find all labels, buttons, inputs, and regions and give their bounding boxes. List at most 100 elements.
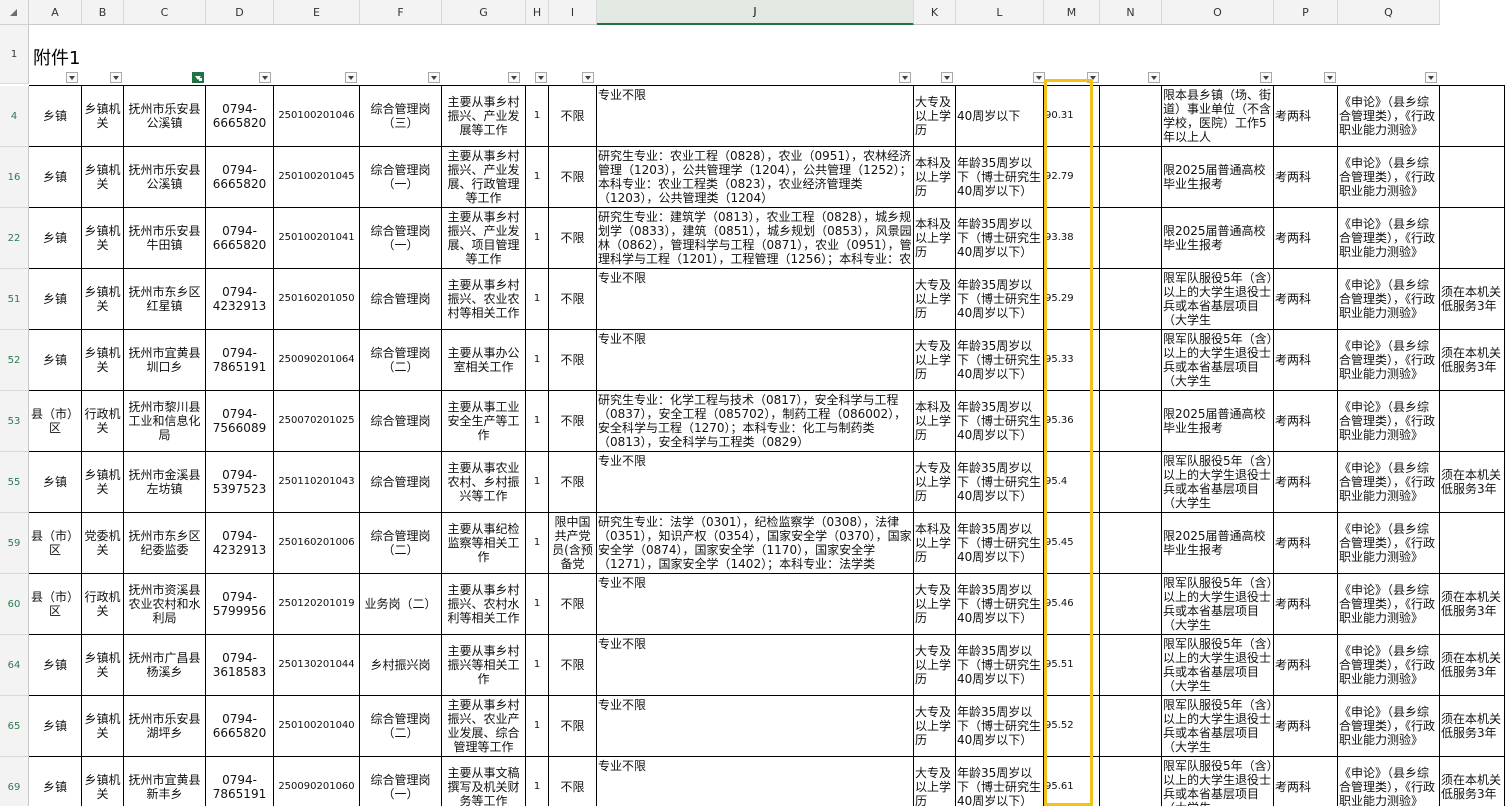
- cell-post[interactable]: 综合管理岗（一）: [360, 208, 442, 269]
- cell-post[interactable]: 乡村振兴岗: [360, 635, 442, 696]
- cell-post[interactable]: 综合管理岗（三）: [360, 86, 442, 147]
- cell-post[interactable]: 综合管理岗（一）: [360, 147, 442, 208]
- cell-unit[interactable]: 抚州市宜黄县圳口乡: [124, 330, 206, 391]
- cell-subj[interactable]: 《申论》（县乡综合管理类），《行政职业能力测验》: [1338, 208, 1440, 269]
- column-header-k[interactable]: K: [914, 0, 956, 25]
- cell-exam[interactable]: 考两科: [1274, 574, 1338, 635]
- cell-age[interactable]: 年龄35周岁以下（博士研究生40周岁以下）: [956, 330, 1044, 391]
- cell-edu[interactable]: 本科及以上学历: [914, 391, 956, 452]
- cell-exam[interactable]: 考两科: [1274, 86, 1338, 147]
- column-header-m[interactable]: M: [1044, 0, 1100, 25]
- cell-level[interactable]: 乡镇: [29, 696, 82, 757]
- column-header-j[interactable]: J: [597, 0, 914, 25]
- cell-unit[interactable]: 抚州市东乡区纪委监委: [124, 513, 206, 574]
- cell-level[interactable]: 县（市）区: [29, 513, 82, 574]
- active-filter-icon-c[interactable]: [192, 72, 204, 83]
- cell-politics[interactable]: 不限: [549, 269, 597, 330]
- cell-count[interactable]: 1: [526, 696, 549, 757]
- cell-count[interactable]: 1: [526, 269, 549, 330]
- cell-age[interactable]: 年龄35周岁以下（博士研究生40周岁以下）: [956, 147, 1044, 208]
- cell-count[interactable]: 1: [526, 330, 549, 391]
- column-header-d[interactable]: D: [206, 0, 274, 25]
- spreadsheet[interactable]: ABCDEFGHIJKLMNOPQ 4 16 22 51 52 53 55 59 60 64 65 6…: [0, 0, 1505, 806]
- cell-major[interactable]: 专业不限: [597, 757, 914, 806]
- cell-unit[interactable]: 抚州市乐安县牛田镇: [124, 208, 206, 269]
- column-header-p[interactable]: P: [1274, 0, 1338, 25]
- filter-dropdown-icon-h[interactable]: [535, 72, 547, 83]
- cell-edu[interactable]: 大专及以上学历: [914, 452, 956, 513]
- filter-dropdown-icon-q[interactable]: [1425, 72, 1437, 83]
- cell-note[interactable]: [1440, 391, 1505, 452]
- cell-level[interactable]: 乡镇: [29, 452, 82, 513]
- cell-major[interactable]: 专业不限: [597, 330, 914, 391]
- cell-major[interactable]: 专业不限: [597, 452, 914, 513]
- cell-type[interactable]: 党委机关: [82, 513, 124, 574]
- column-header-a[interactable]: A: [29, 0, 82, 25]
- cell-major[interactable]: 专业不限: [597, 86, 914, 147]
- cell-code[interactable]: 250070201025: [274, 391, 360, 452]
- cell-type[interactable]: 乡镇机关: [82, 696, 124, 757]
- cell-type[interactable]: 行政机关: [82, 391, 124, 452]
- cell-exam[interactable]: 考两科: [1274, 635, 1338, 696]
- cell-exam[interactable]: 考两科: [1274, 269, 1338, 330]
- filter-dropdown-icon-m[interactable]: [1087, 72, 1099, 83]
- cell-duty[interactable]: 主要从事文稿撰写及机关财务等工作: [442, 757, 526, 806]
- cell-level[interactable]: 乡镇: [29, 635, 82, 696]
- cell-other[interactable]: 限2025届普通高校毕业生报考: [1162, 208, 1274, 269]
- cell-age[interactable]: 年龄35周岁以下（博士研究生40周岁以下）: [956, 513, 1044, 574]
- cell-politics[interactable]: 不限: [549, 86, 597, 147]
- cell-politics[interactable]: 不限: [549, 757, 597, 806]
- cell-count[interactable]: 1: [526, 757, 549, 806]
- cell-code[interactable]: 250100201041: [274, 208, 360, 269]
- filter-dropdown-icon-a[interactable]: [66, 72, 78, 83]
- cell-level[interactable]: 乡镇: [29, 86, 82, 147]
- cell-code[interactable]: 250120201019: [274, 574, 360, 635]
- cell-post[interactable]: 综合管理岗: [360, 452, 442, 513]
- filter-dropdown-icon-l[interactable]: [1033, 72, 1045, 83]
- cell-phone[interactable]: 0794-6665820: [206, 696, 274, 757]
- cell-level[interactable]: 乡镇: [29, 208, 82, 269]
- cell-duty[interactable]: 主要从事乡村振兴等相关工作: [442, 635, 526, 696]
- cell-phone[interactable]: 0794-6665820: [206, 86, 274, 147]
- cell-politics[interactable]: 不限: [549, 635, 597, 696]
- cell-blank[interactable]: [1100, 513, 1162, 574]
- cell-type[interactable]: 乡镇机关: [82, 86, 124, 147]
- cell-age[interactable]: 年龄35周岁以下（博士研究生40周岁以下）: [956, 635, 1044, 696]
- cell-edu[interactable]: 本科及以上学历: [914, 513, 956, 574]
- row-header[interactable]: 55: [0, 452, 29, 513]
- cell-politics[interactable]: 不限: [549, 208, 597, 269]
- cell-type[interactable]: 乡镇机关: [82, 269, 124, 330]
- cell-other[interactable]: 限军队服役5年（含）以上的大学生退役士兵或本省基层项目（大学生: [1162, 635, 1274, 696]
- row-header[interactable]: 53: [0, 391, 29, 452]
- cell-major[interactable]: 专业不限: [597, 696, 914, 757]
- cell-code[interactable]: 250160201050: [274, 269, 360, 330]
- cell-exam[interactable]: 考两科: [1274, 757, 1338, 806]
- filter-dropdown-icon-n[interactable]: [1148, 72, 1160, 83]
- cell-duty[interactable]: 主要从事农业农村、乡村振兴等工作: [442, 452, 526, 513]
- filter-dropdown-icon-d[interactable]: [259, 72, 271, 83]
- cell-edu[interactable]: 大专及以上学历: [914, 574, 956, 635]
- cell-other[interactable]: 限军队服役5年（含）以上的大学生退役士兵或本省基层项目（大学生: [1162, 757, 1274, 806]
- cell-other[interactable]: 限2025届普通高校毕业生报考: [1162, 391, 1274, 452]
- cell-post[interactable]: 综合管理岗: [360, 269, 442, 330]
- cell-blank[interactable]: [1100, 574, 1162, 635]
- column-header-g[interactable]: G: [442, 0, 526, 25]
- cell-code[interactable]: 250090201060: [274, 757, 360, 806]
- cell-code[interactable]: 250100201046: [274, 86, 360, 147]
- cell-politics[interactable]: 不限: [549, 696, 597, 757]
- cell-unit[interactable]: 抚州市黎川县工业和信息化局: [124, 391, 206, 452]
- cell-blank[interactable]: [1100, 696, 1162, 757]
- cell-code[interactable]: 250130201044: [274, 635, 360, 696]
- cell-blank[interactable]: [1100, 635, 1162, 696]
- cell-code[interactable]: 250110201043: [274, 452, 360, 513]
- cell-phone[interactable]: 0794-7865191: [206, 330, 274, 391]
- cell-note[interactable]: 须在本机关低服务3年: [1440, 635, 1505, 696]
- cell-score[interactable]: 95.36: [1044, 391, 1100, 452]
- cell-subj[interactable]: 《申论》（县乡综合管理类），《行政职业能力测验》: [1338, 574, 1440, 635]
- cell-age[interactable]: 年龄35周岁以下（博士研究生40周岁以下）: [956, 696, 1044, 757]
- cell-blank[interactable]: [1100, 757, 1162, 806]
- cell-age[interactable]: 40周岁以下: [956, 86, 1044, 147]
- cell-note[interactable]: 须在本机关低服务3年: [1440, 696, 1505, 757]
- cell-note[interactable]: [1440, 86, 1505, 147]
- cell-post[interactable]: 业务岗（二）: [360, 574, 442, 635]
